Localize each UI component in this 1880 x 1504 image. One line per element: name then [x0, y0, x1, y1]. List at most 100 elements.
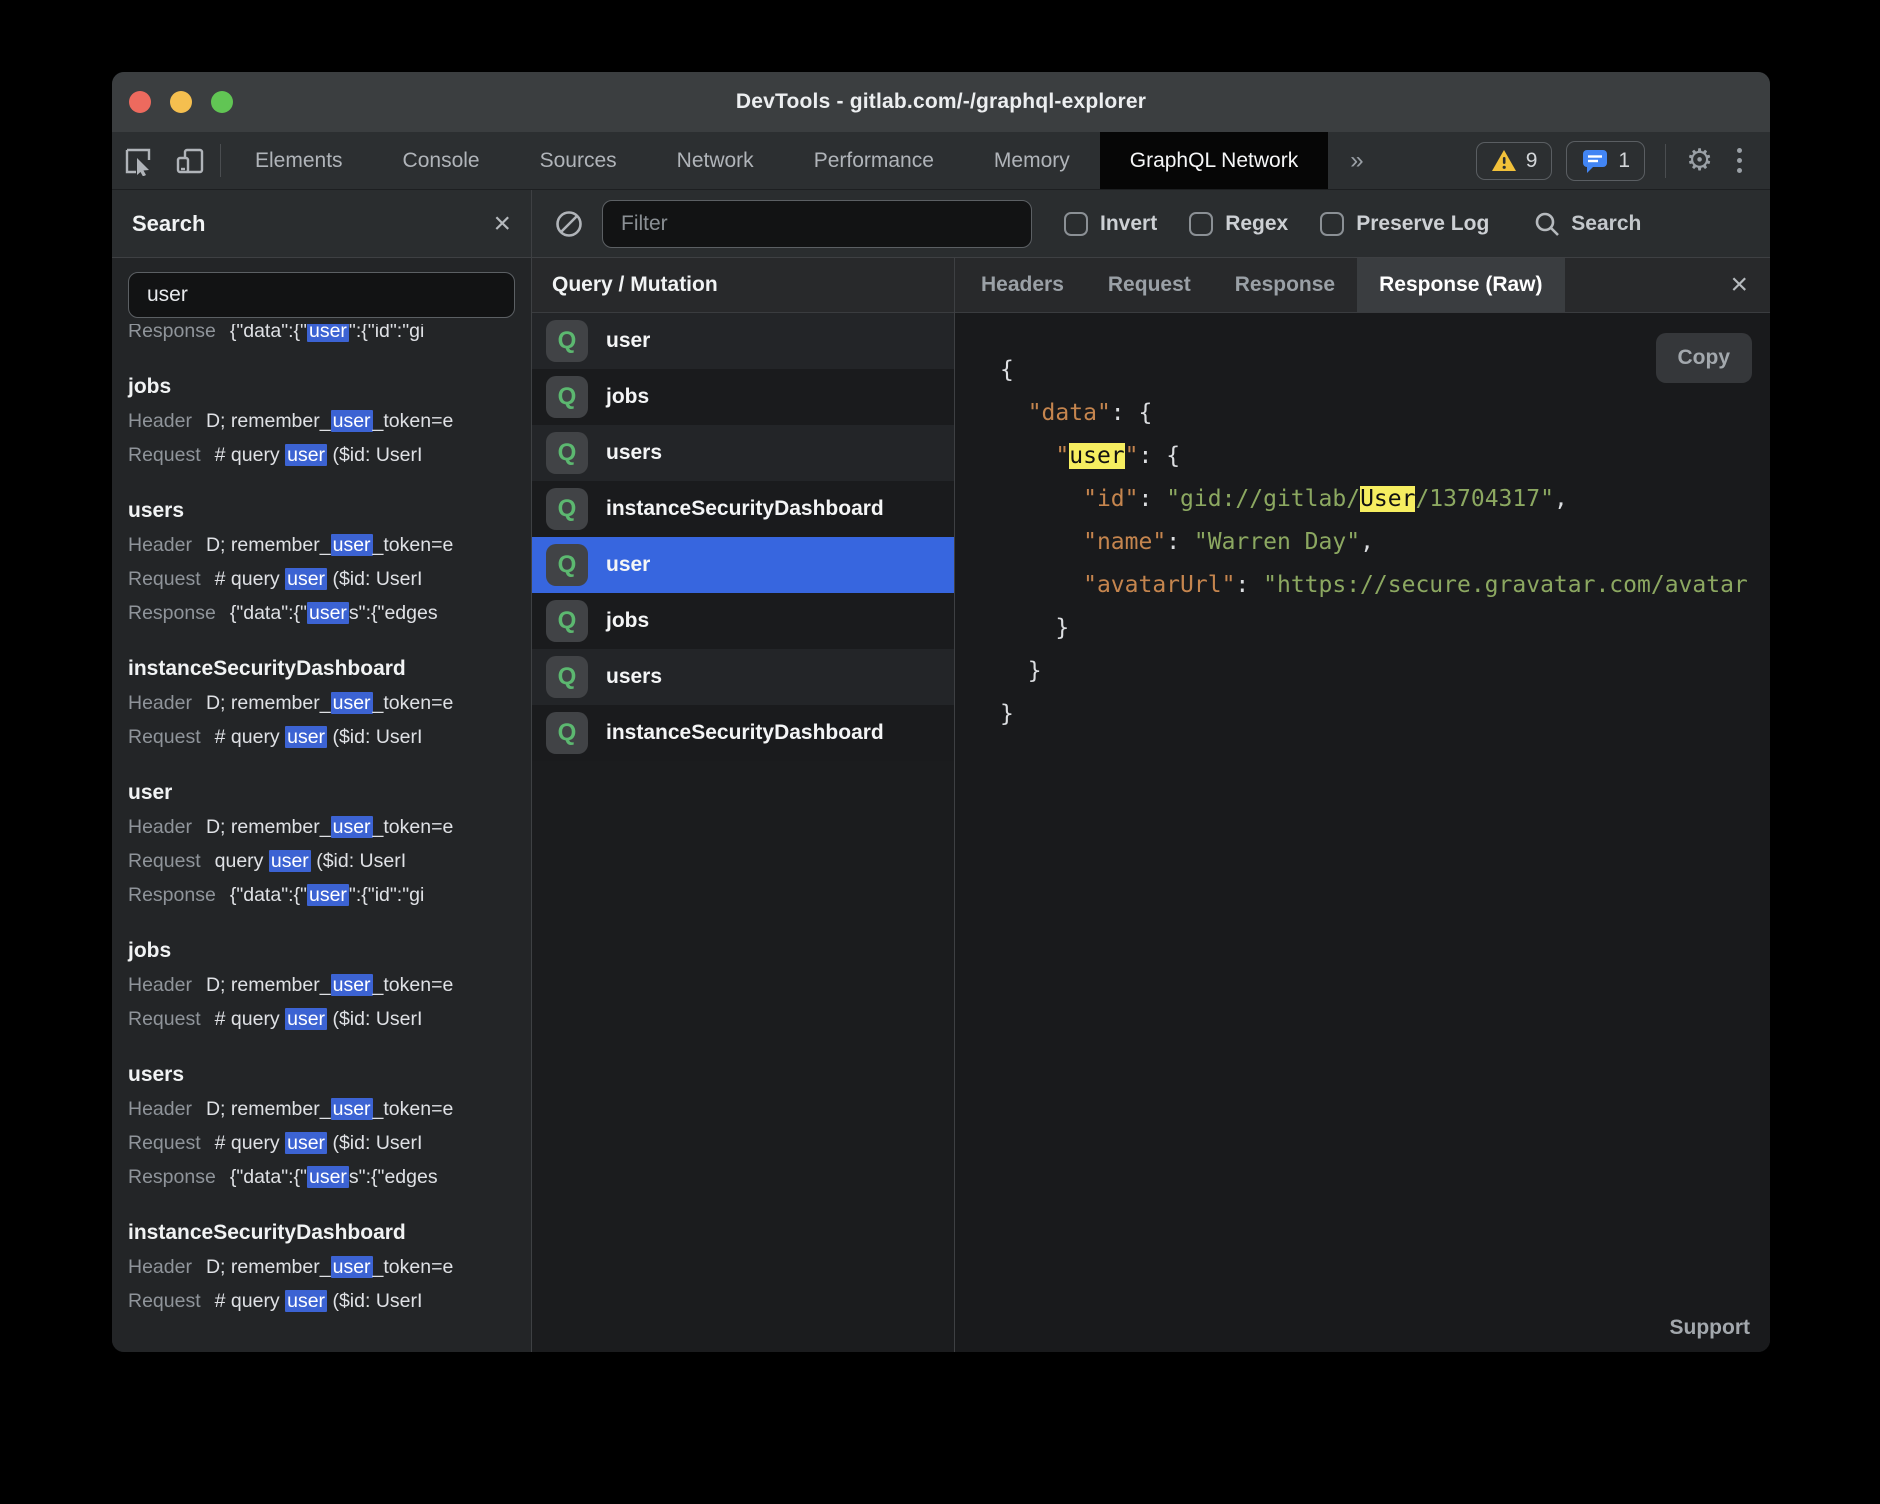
detail-tab-request[interactable]: Request [1086, 258, 1213, 312]
window-title: DevTools - gitlab.com/-/graphql-explorer [736, 90, 1146, 114]
message-icon [1581, 148, 1609, 174]
search-result-line[interactable]: Request# query user ($id: UserI [128, 1284, 515, 1318]
query-row-users[interactable]: Qusers [532, 425, 954, 481]
search-result-line[interactable]: HeaderD; remember_user_token=e [128, 810, 515, 844]
search-result-label: Request [128, 444, 201, 466]
search-panel: Search × Response{"data":{"user":{"id":"… [112, 190, 532, 1352]
issues-badge[interactable]: 1 [1566, 141, 1645, 181]
result-text: # query [215, 444, 285, 466]
search-result-line[interactable]: HeaderD; remember_user_token=e [128, 686, 515, 720]
devtools-tab-graphql-network[interactable]: GraphQL Network [1100, 132, 1328, 189]
search-result-line[interactable]: Response{"data":{"user":{"id":"gi [128, 324, 515, 348]
result-text: ":{"id":"gi [349, 324, 424, 342]
copy-button[interactable]: Copy [1656, 333, 1753, 383]
result-text: ($id: UserI [327, 1008, 422, 1030]
search-result-line[interactable]: Response{"data":{"users":{"edges [128, 1160, 515, 1194]
regex-checkbox[interactable] [1189, 212, 1213, 236]
invert-checkbox[interactable] [1064, 212, 1088, 236]
detail-tab-response[interactable]: Response [1213, 258, 1357, 312]
search-result-line[interactable]: Response{"data":{"user":{"id":"gi [128, 878, 515, 912]
more-tabs-button[interactable]: » [1328, 132, 1385, 189]
search-result-title: jobs [128, 934, 515, 968]
devtools-tab-sources[interactable]: Sources [510, 132, 647, 189]
devtools-tabs: ElementsConsoleSourcesNetworkPerformance… [225, 132, 1328, 189]
query-type-icon: Q [546, 376, 588, 418]
invert-checkbox-group[interactable]: Invert [1064, 212, 1157, 236]
search-result-line[interactable]: HeaderD; remember_user_token=e [128, 1250, 515, 1284]
query-row-user[interactable]: Quser [532, 537, 954, 593]
search-result-title: users [128, 1058, 515, 1092]
devtools-tab-performance[interactable]: Performance [784, 132, 964, 189]
result-text: ($id: UserI [311, 850, 406, 872]
search-input[interactable] [128, 272, 515, 318]
search-result-line[interactable]: HeaderD; remember_user_token=e [128, 968, 515, 1002]
search-result-line[interactable]: HeaderD; remember_user_token=e [128, 528, 515, 562]
query-row-users[interactable]: Qusers [532, 649, 954, 705]
search-result-line[interactable]: Request# query user ($id: UserI [128, 438, 515, 472]
devtools-tab-console[interactable]: Console [373, 132, 510, 189]
devtools-tab-network[interactable]: Network [647, 132, 784, 189]
close-window-button[interactable] [129, 91, 151, 113]
json-line: "data": { [1000, 392, 1770, 435]
match-highlight: user [285, 444, 327, 466]
warnings-badge[interactable]: 9 [1476, 142, 1553, 180]
result-text: s":{"edges [349, 1166, 438, 1188]
settings-gear-icon[interactable]: ⚙ [1686, 146, 1713, 176]
devtools-tab-memory[interactable]: Memory [964, 132, 1100, 189]
issue-count: 1 [1618, 149, 1630, 173]
result-text: D; remember_ [206, 410, 331, 432]
inspect-cursor-icon [123, 146, 153, 176]
query-row-instanceSecurityDashboard[interactable]: QinstanceSecurityDashboard [532, 481, 954, 537]
search-result-line[interactable]: Requestquery user ($id: UserI [128, 844, 515, 878]
preserve-log-checkbox[interactable] [1320, 212, 1344, 236]
detail-tab-response-raw-[interactable]: Response (Raw) [1357, 258, 1564, 312]
query-type-icon: Q [546, 320, 588, 362]
device-toolbar-icon [175, 146, 205, 176]
query-row-jobs[interactable]: Qjobs [532, 593, 954, 649]
filter-input[interactable] [602, 200, 1032, 248]
details-close-icon[interactable]: × [1730, 270, 1770, 300]
match-highlight: user [331, 974, 373, 996]
search-result-label: Request [128, 568, 201, 590]
traffic-lights [129, 91, 233, 113]
result-text: {"data":{" [230, 602, 307, 624]
json-token [1000, 443, 1055, 469]
query-row-user[interactable]: Quser [532, 313, 954, 369]
json-token: } [1000, 615, 1069, 641]
match-highlight: user [331, 534, 373, 556]
search-result-line[interactable]: Request# query user ($id: UserI [128, 1126, 515, 1160]
search-result-line[interactable]: Request# query user ($id: UserI [128, 562, 515, 596]
search-panel-close-icon[interactable]: × [493, 209, 511, 239]
support-link[interactable]: Support [1670, 1316, 1750, 1340]
query-row-instanceSecurityDashboard[interactable]: QinstanceSecurityDashboard [532, 705, 954, 761]
result-text: ($id: UserI [327, 1132, 422, 1154]
preserve-log-checkbox-group[interactable]: Preserve Log [1320, 212, 1489, 236]
inspect-element-button[interactable] [112, 132, 164, 189]
search-result-line[interactable]: HeaderD; remember_user_token=e [128, 404, 515, 438]
search-result-line[interactable]: Response{"data":{"users":{"edges [128, 596, 515, 630]
minimize-window-button[interactable] [170, 91, 192, 113]
query-type-icon: Q [546, 712, 588, 754]
search-result-label: Request [128, 1132, 201, 1154]
result-text: # query [215, 1008, 285, 1030]
result-text: _token=e [373, 410, 454, 432]
regex-checkbox-group[interactable]: Regex [1189, 212, 1288, 236]
match-highlight: user [269, 850, 311, 872]
result-text: # query [215, 726, 285, 748]
result-text: ($id: UserI [327, 726, 422, 748]
device-toolbar-button[interactable] [164, 132, 216, 189]
search-result-label: Header [128, 1256, 192, 1278]
query-row-jobs[interactable]: Qjobs [532, 369, 954, 425]
search-result-label: Response [128, 602, 216, 624]
search-toggle[interactable]: Search [1533, 210, 1641, 238]
search-result-line[interactable]: HeaderD; remember_user_token=e [128, 1092, 515, 1126]
clear-block-icon[interactable] [554, 209, 584, 239]
detail-tab-headers[interactable]: Headers [959, 258, 1086, 312]
search-result-label: Request [128, 1008, 201, 1030]
zoom-window-button[interactable] [211, 91, 233, 113]
search-result-line[interactable]: Request# query user ($id: UserI [128, 720, 515, 754]
json-token: : [1138, 486, 1166, 512]
search-result-line[interactable]: Request# query user ($id: UserI [128, 1002, 515, 1036]
devtools-tab-elements[interactable]: Elements [225, 132, 373, 189]
customize-menu-button[interactable] [1727, 148, 1752, 173]
